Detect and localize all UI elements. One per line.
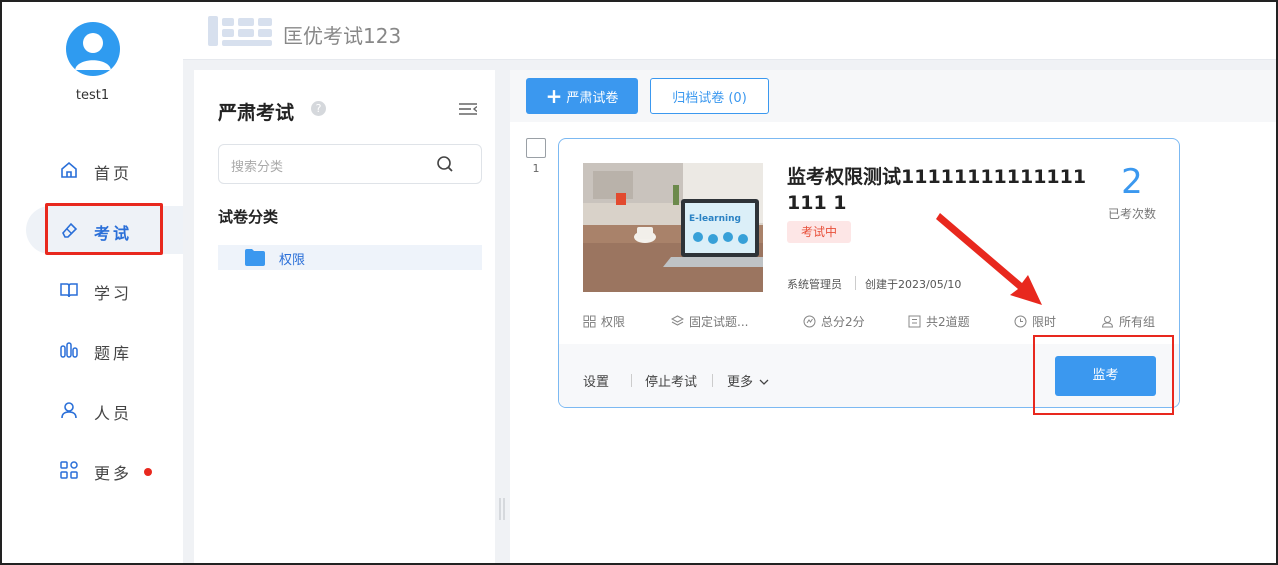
meta-permission-label: 权限 — [601, 315, 626, 329]
more-dropdown[interactable]: 更多 — [727, 371, 769, 390]
footer-divider — [631, 374, 632, 387]
attempt-count-label: 已考次数 — [1107, 207, 1156, 221]
app-title: 匡优考试123 — [283, 24, 402, 48]
svg-text:E-learning: E-learning — [689, 214, 741, 224]
annotation-arrow-icon — [936, 213, 1042, 305]
person-icon — [61, 402, 77, 419]
category-section-title: 试卷分类 — [218, 208, 279, 226]
laptop-elearning-image: E-learning — [583, 163, 763, 292]
nav-item-question-bank[interactable]: 题库 — [26, 326, 166, 374]
nav-item-people[interactable]: 人员 — [26, 386, 166, 434]
status-badge: 考试中 — [787, 221, 851, 243]
toolbar: + 严肃试卷 归档试卷 (0) — [510, 70, 1276, 122]
nav-label-question-bank: 题库 — [94, 344, 133, 363]
clock-icon — [1014, 315, 1027, 328]
chevron-down-icon — [759, 379, 769, 385]
header: 匡优考试123 — [183, 2, 1276, 60]
meta-questions-label: 共2道题 — [926, 315, 970, 329]
user-icon — [1101, 316, 1114, 328]
nav-label-home: 首页 — [94, 164, 133, 183]
category-panel: 严肃考试 ? 搜索分类 试卷分类 权限 — [194, 70, 495, 563]
category-item-label: 权限 — [279, 253, 306, 268]
nav-label-more: 更多 — [94, 464, 133, 483]
sidebar: test1 首页 考试 学习 题库 人员 更多 — [2, 2, 184, 563]
score-icon — [803, 315, 816, 328]
plus-icon: + — [545, 84, 563, 108]
folder-icon — [245, 249, 265, 266]
meta-fixed-label: 固定试题... — [689, 315, 749, 329]
username: test1 — [75, 88, 110, 103]
help-icon[interactable]: ? — [311, 101, 326, 116]
archived-exams-button[interactable]: 归档试卷 (0) — [650, 78, 769, 114]
meta-fixed-questions: 固定试题... — [671, 313, 748, 330]
bar-chart-icon — [60, 342, 78, 358]
settings-link[interactable]: 设置 — [583, 371, 609, 390]
home-icon — [61, 161, 77, 178]
nav-label-study: 学习 — [94, 284, 133, 303]
exam-author: 系统管理员 — [787, 278, 842, 291]
layers-icon — [671, 315, 684, 326]
search-icon[interactable] — [435, 154, 455, 174]
search-placeholder: 搜索分类 — [231, 160, 284, 175]
row-number: 1 — [532, 162, 540, 175]
meta-groups-label: 所有组 — [1119, 315, 1156, 329]
row-checkbox[interactable] — [526, 138, 546, 158]
attempt-count: 2 — [1121, 162, 1143, 202]
annotation-highlight-monitor-button — [1033, 335, 1174, 415]
panel-resize-handle[interactable] — [498, 498, 506, 520]
category-item[interactable]: 权限 — [218, 245, 482, 270]
meta-permission: 权限 — [583, 313, 625, 330]
user-avatar-icon — [75, 33, 111, 70]
avatar[interactable] — [66, 22, 120, 76]
grid-icon — [583, 315, 596, 328]
meta-total-score: 总分2分 — [803, 313, 865, 330]
meta-timed-label: 限时 — [1032, 315, 1057, 329]
create-exam-label: 严肃试卷 — [566, 90, 619, 106]
create-exam-button[interactable]: + 严肃试卷 — [526, 78, 638, 114]
panel-title: 严肃考试 — [218, 102, 295, 124]
category-search-input[interactable]: 搜索分类 — [218, 144, 482, 184]
nav-label-people: 人员 — [94, 404, 133, 423]
more-label: 更多 — [727, 375, 754, 390]
nav-item-home[interactable]: 首页 — [26, 146, 166, 194]
divider — [855, 276, 856, 290]
meta-question-count: 共2道题 — [908, 313, 970, 330]
blurred-logo-icon — [208, 14, 273, 48]
footer-divider — [712, 374, 713, 387]
apps-icon — [60, 461, 78, 479]
meta-score-label: 总分2分 — [821, 315, 865, 329]
stop-exam-link[interactable]: 停止考试 — [645, 371, 697, 390]
notification-dot — [144, 468, 152, 476]
meta-groups: 所有组 — [1101, 313, 1155, 330]
annotation-highlight-exam-nav — [45, 203, 163, 255]
collapse-menu-icon[interactable] — [459, 102, 477, 116]
meta-time-limit: 限时 — [1014, 313, 1056, 330]
list-icon — [908, 315, 921, 328]
exam-cover-image: E-learning — [583, 163, 763, 292]
nav-item-study[interactable]: 学习 — [26, 266, 166, 314]
main-panel: + 严肃试卷 归档试卷 (0) 1 E-learning 监考权限测试11111… — [510, 70, 1276, 563]
book-icon — [60, 283, 78, 298]
